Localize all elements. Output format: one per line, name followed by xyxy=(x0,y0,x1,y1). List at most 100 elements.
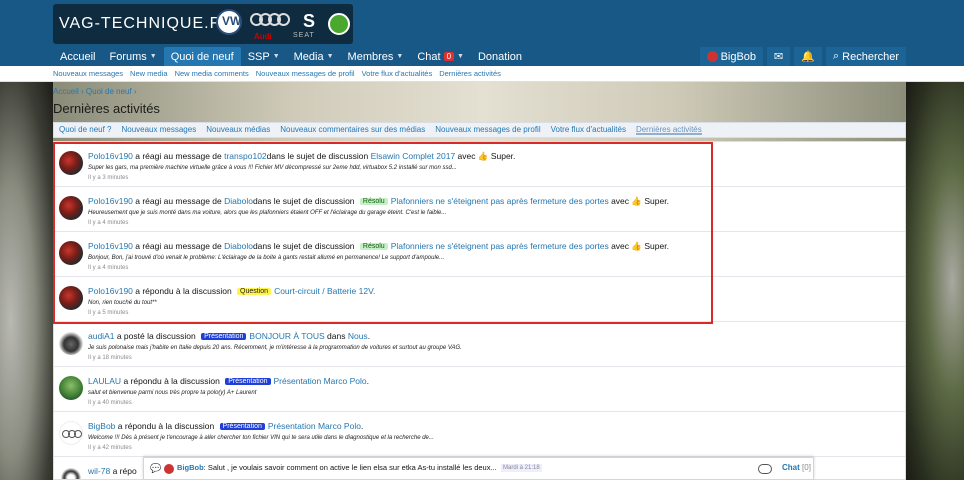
user-name: BigBob xyxy=(720,50,757,63)
activity-headline: audiA1 a posté la discussion Présentatio… xyxy=(88,331,370,341)
breadcrumb[interactable]: Accueil › Quoi de neuf › xyxy=(53,87,137,96)
thread-link[interactable]: BONJOUR À TOUS xyxy=(249,331,324,341)
tab-0[interactable]: Quoi de neuf ? xyxy=(59,125,111,135)
tab-5[interactable]: Votre flux d'actualités xyxy=(551,125,626,135)
actor-link[interactable]: BigBob xyxy=(88,421,115,431)
thread-prefix-badge[interactable]: Présentation xyxy=(225,378,271,385)
inbox-button[interactable]: ✉ xyxy=(767,47,791,66)
reaction-label: Super. xyxy=(488,151,516,161)
activity-snippet[interactable]: Bonjour, Bon, j'ai trouvé d'où venait le… xyxy=(88,255,444,261)
activity-headline: Polo16v190 a réagi au message de transpo… xyxy=(88,151,515,162)
tab-1[interactable]: Nouveaux messages xyxy=(121,125,196,135)
alerts-button[interactable]: 🔔 xyxy=(794,47,822,66)
thread-link[interactable]: Plafonniers ne s'éteignent pas après fer… xyxy=(391,196,609,206)
activity-time[interactable]: Il y a 42 minutes xyxy=(88,445,132,451)
chat-toggle-icon[interactable] xyxy=(758,464,772,474)
activity-snippet[interactable]: Je suis polonaise mais j'habite en Itali… xyxy=(88,345,462,351)
activity-item: Polo16v190 a réagi au message de transpo… xyxy=(54,142,905,187)
nav-item-media[interactable]: Media ▼ xyxy=(287,47,341,66)
chat-bar[interactable]: 💬 BigBob: Salut , je voulais savoir comm… xyxy=(143,457,814,480)
actor-link[interactable]: LAULAU xyxy=(88,376,121,386)
chat-open-button[interactable]: Chat [0] xyxy=(782,463,811,472)
activity-snippet[interactable]: Non, rien touché du tout** xyxy=(88,300,157,306)
user-menu[interactable]: BigBob xyxy=(699,47,764,66)
activity-headline: LAULAU a répondu à la discussion Présent… xyxy=(88,376,369,386)
actor-link[interactable]: audiA1 xyxy=(88,331,114,341)
nav-item-ssp[interactable]: SSP ▼ xyxy=(241,47,287,66)
chat-count: [0] xyxy=(802,463,811,472)
forum-link[interactable]: Nous xyxy=(348,331,368,341)
actor-link[interactable]: Polo16v190 xyxy=(88,196,133,206)
activity-item: BigBob a répondu à la discussion Présent… xyxy=(54,412,905,457)
activity-snippet[interactable]: Welcome !!! Dès à présent je t'encourage… xyxy=(88,435,434,441)
subnav-link[interactable]: Nouveaux messages de profil xyxy=(256,69,355,78)
tab-2[interactable]: Nouveaux médias xyxy=(206,125,270,135)
activity-tabs: Quoi de neuf ? Nouveaux messages Nouveaux … xyxy=(53,122,906,138)
nav-item-quoi-de-neuf[interactable]: Quoi de neuf xyxy=(163,47,241,66)
search-button[interactable]: ⌕ Rechercher xyxy=(825,47,906,66)
user-avatar[interactable] xyxy=(59,331,83,355)
nav-item-donation[interactable]: Donation xyxy=(471,47,529,66)
thread-link[interactable]: Présentation Marco Polo xyxy=(268,421,361,431)
action-text: a répondu à la discussion xyxy=(121,376,223,386)
activity-time[interactable]: Il y a 4 minutes xyxy=(88,220,128,226)
subnav-link[interactable]: New media comments xyxy=(175,69,249,78)
user-avatar[interactable] xyxy=(59,241,83,265)
thread-prefix-badge[interactable]: Résolu xyxy=(359,198,388,205)
user-avatar[interactable] xyxy=(59,466,83,479)
user-avatar[interactable] xyxy=(59,196,83,220)
tab-3[interactable]: Nouveaux commentaires sur des médias xyxy=(280,125,425,135)
user-avatar[interactable] xyxy=(59,421,83,445)
thread-prefix-badge[interactable]: Présentation xyxy=(201,333,247,340)
activity-time[interactable]: Il y a 18 minutes xyxy=(88,355,132,361)
target-user-link[interactable]: Diabolo xyxy=(224,241,253,251)
tab-6[interactable]: Dernières activités xyxy=(635,125,702,135)
thread-prefix-badge[interactable]: Résolu xyxy=(359,243,388,250)
actor-link[interactable]: wil-78 xyxy=(88,466,110,476)
activity-snippet[interactable]: Heureusement que je suis monté dans ma v… xyxy=(88,210,446,216)
chat-user[interactable]: BigBob xyxy=(177,463,204,472)
thread-link[interactable]: Plafonniers ne s'éteignent pas après fer… xyxy=(391,241,609,251)
nav-item-label: Forums xyxy=(109,50,147,63)
thread-link[interactable]: Elsawin Complet 2017 xyxy=(371,151,456,161)
activity-time[interactable]: Il y a 5 minutes xyxy=(88,310,128,316)
nav-item-forums[interactable]: Forums ▼ xyxy=(102,47,163,66)
activity-time[interactable]: Il y a 3 minutes xyxy=(88,175,128,181)
chevron-down-icon[interactable]: ▼ xyxy=(273,53,280,60)
actor-link[interactable]: Polo16v190 xyxy=(88,151,133,161)
chat-time: Mardi à 21:18 xyxy=(501,464,542,472)
target-user-link[interactable]: Diabolo xyxy=(224,196,253,206)
user-avatar[interactable] xyxy=(59,151,83,175)
target-user-link[interactable]: transpo102 xyxy=(224,151,267,161)
activity-item: Polo16v190 a réagi au message de Diabolo… xyxy=(54,232,905,277)
chevron-down-icon[interactable]: ▼ xyxy=(150,53,157,60)
nav-item-accueil[interactable]: Accueil xyxy=(53,47,102,66)
subnav-link[interactable]: Votre flux d'actualités xyxy=(362,69,433,78)
thread-prefix-badge[interactable]: Question xyxy=(237,288,272,295)
activity-time[interactable]: Il y a 40 minutes xyxy=(88,400,132,406)
subnav-link[interactable]: Dernières activités xyxy=(439,69,501,78)
chat-last-message[interactable]: BigBob: Salut , je voulais savoir commen… xyxy=(177,463,497,472)
activity-headline: Polo16v190 a répondu à la discussion Que… xyxy=(88,286,375,296)
user-avatar[interactable] xyxy=(59,376,83,400)
activity-snippet[interactable]: salut et bienvenue parmi nous très propr… xyxy=(88,390,256,396)
nav-item-membres[interactable]: Membres ▼ xyxy=(341,47,411,66)
tab-4[interactable]: Nouveaux messages de profil xyxy=(435,125,540,135)
activity-snippet[interactable]: Super les gars, ma première machine virt… xyxy=(88,165,457,171)
thread-link[interactable]: Présentation Marco Polo xyxy=(274,376,367,386)
chevron-down-icon[interactable]: ▼ xyxy=(457,53,464,60)
actor-link[interactable]: Polo16v190 xyxy=(88,241,133,251)
user-nav: BigBob ✉ 🔔 ⌕ Rechercher xyxy=(699,47,906,66)
thread-link[interactable]: Court-circuit / Batterie 12V. xyxy=(274,286,375,296)
user-avatar[interactable] xyxy=(59,286,83,310)
chevron-down-icon[interactable]: ▼ xyxy=(396,53,403,60)
subnav-link[interactable]: Nouveaux messages xyxy=(53,69,123,78)
thread-prefix-badge[interactable]: Présentation xyxy=(219,423,265,430)
tail-text: . xyxy=(366,376,369,386)
subnav-link[interactable]: New media xyxy=(130,69,168,78)
actor-link[interactable]: Polo16v190 xyxy=(88,286,133,296)
chevron-down-icon[interactable]: ▼ xyxy=(327,53,334,60)
site-logo[interactable]: VAG-TECHNIQUE.FR VW Audi S SEAT xyxy=(53,4,353,44)
nav-item-chat[interactable]: Chat 0 ▼ xyxy=(410,47,471,66)
activity-time[interactable]: Il y a 4 minutes xyxy=(88,265,128,271)
